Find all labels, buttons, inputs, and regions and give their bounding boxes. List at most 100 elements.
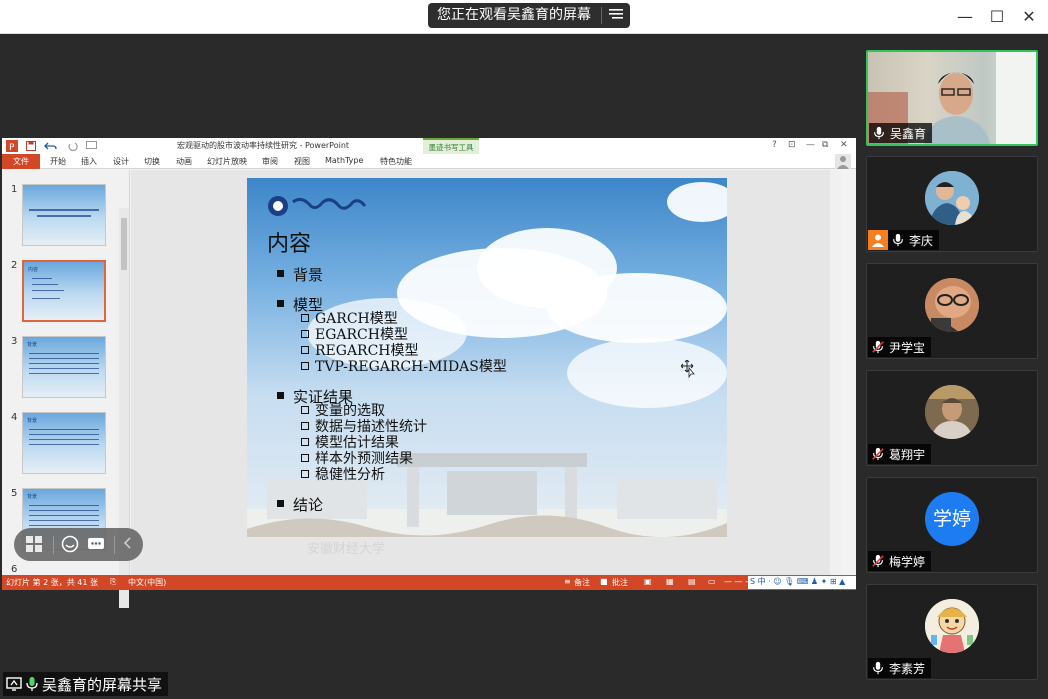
avatar	[925, 278, 979, 332]
hollow-bullet-icon	[301, 470, 309, 478]
avatar	[925, 171, 979, 225]
tab-transitions[interactable]: 切换	[144, 156, 160, 167]
sub-bullet: 变量的选取	[301, 403, 385, 419]
participant-tile[interactable]: 李庆	[866, 156, 1038, 252]
spellcheck-icon[interactable]: ⎘	[110, 577, 116, 587]
hollow-bullet-icon	[301, 438, 309, 446]
tab-view[interactable]: 视图	[294, 156, 310, 167]
menu-lines-icon[interactable]	[602, 8, 630, 24]
comments-button[interactable]: 批注	[612, 577, 628, 588]
university-logo-icon	[268, 196, 367, 216]
mic-on-icon	[874, 126, 884, 140]
divider	[53, 536, 54, 554]
hollow-bullet-icon	[301, 422, 309, 430]
notes-icon[interactable]: ≡	[564, 577, 571, 586]
ppt-close-button[interactable]: ✕	[840, 140, 848, 150]
mic-on-icon	[26, 677, 38, 691]
tab-review[interactable]: 审阅	[262, 156, 278, 167]
tab-mathtype[interactable]: MathType	[325, 156, 363, 165]
tab-special[interactable]: 特色功能	[380, 156, 412, 167]
square-bullet-icon	[277, 392, 284, 399]
thumb-title: 背景	[27, 494, 38, 500]
share-notice-text: 您正在观看吴鑫育的屏幕	[437, 7, 591, 23]
help-button[interactable]: ?	[772, 140, 777, 150]
user-account-icon[interactable]	[835, 154, 851, 169]
letter-avatar: 学婷	[925, 492, 979, 546]
ink-tools-context-header: 墨迹书写工具	[423, 138, 479, 154]
ppt-right-strip	[841, 170, 856, 575]
slide-sorter-icon[interactable]: ▦	[666, 577, 674, 586]
participant-tile[interactable]: 葛翔宇	[866, 370, 1038, 466]
tab-file[interactable]: 文件	[2, 154, 40, 169]
thumb-number: 1	[11, 184, 18, 195]
thumb-title: 背景	[27, 418, 38, 424]
ppt-ribbon-tabs: 文件 开始 插入 设计 切换 动画 幻灯片放映 审阅 视图 MathType 特…	[2, 154, 856, 185]
host-badge-icon	[868, 230, 888, 250]
close-button[interactable]: ✕	[1018, 6, 1040, 28]
slide-thumbnail-2[interactable]: 内容	[22, 260, 106, 322]
slideshow-view-icon[interactable]: ▭	[708, 577, 716, 586]
hollow-bullet-icon	[301, 314, 309, 322]
screen-share-caption-text: 吴鑫育的屏幕共享	[42, 675, 163, 694]
participant-name: 吴鑫育	[890, 126, 927, 141]
participant-name-bar: 尹学宝	[868, 337, 932, 357]
chat-icon[interactable]	[86, 535, 106, 555]
ime-toolbar[interactable]: S 中 · ☺ 🎙 ⌨ ♟ ✦ ⊞ ▲	[748, 576, 856, 589]
sub-bullet: 模型估计结果	[301, 435, 399, 451]
emoji-icon[interactable]	[60, 535, 80, 555]
apps-grid-icon[interactable]	[24, 535, 44, 555]
avatar	[925, 599, 979, 653]
slideshow-from-start-icon[interactable]	[86, 141, 98, 151]
slide-count: 幻灯片 第 2 张，共 41 张	[6, 578, 98, 587]
thumb-number: 4	[11, 412, 18, 423]
slide-thumbnail-3[interactable]: 背景	[22, 336, 106, 398]
tab-insert[interactable]: 插入	[81, 156, 97, 167]
maximize-button[interactable]: ☐	[986, 6, 1008, 28]
hollow-bullet-icon	[301, 330, 309, 338]
participant-tile[interactable]: 李素芳	[866, 584, 1038, 680]
screen-share-caption: 吴鑫育的屏幕共享	[3, 672, 169, 696]
participant-name-bar: 梅学婷	[868, 551, 932, 571]
share-notice-pill: 您正在观看吴鑫育的屏幕	[428, 3, 630, 28]
minimize-button[interactable]: —	[954, 6, 976, 28]
participant-name: 葛翔宇	[889, 447, 926, 462]
ribbon-display-button[interactable]: ⊡	[788, 140, 796, 150]
participant-tile[interactable]: 吴鑫育	[866, 50, 1038, 146]
notes-button[interactable]: 备注	[574, 577, 590, 588]
ppt-minimize-button[interactable]: —	[806, 140, 815, 150]
comments-icon[interactable]: ■	[600, 577, 608, 586]
participant-name: 梅学婷	[889, 554, 926, 569]
square-bullet-icon	[277, 300, 284, 307]
collapse-chevron-icon[interactable]	[118, 535, 138, 555]
bullet-conclusion: 结论	[277, 494, 323, 515]
slide-thumbnail-1[interactable]	[22, 184, 106, 246]
language-indicator[interactable]: 中文(中国)	[128, 577, 166, 588]
powerpoint-logo-icon: P	[6, 140, 18, 152]
save-icon[interactable]	[26, 141, 36, 151]
sub-bullet: 数据与描述性统计	[301, 419, 427, 435]
current-slide[interactable]: 内容 背景 模型 GARCH模型 EGARCH模型 REGARCH模型 TVP-…	[247, 178, 727, 537]
slide-scrollbar[interactable]	[830, 170, 841, 575]
sub-bullet: EGARCH模型	[301, 327, 408, 343]
ppt-restore-button[interactable]: ⧉	[822, 140, 828, 150]
tab-home[interactable]: 开始	[50, 156, 66, 167]
slide-thumbnail-4[interactable]: 背景	[22, 412, 106, 474]
redo-icon[interactable]	[68, 141, 78, 151]
tab-animations[interactable]: 动画	[176, 156, 192, 167]
normal-view-icon[interactable]: ▣	[644, 577, 652, 586]
undo-icon[interactable]	[44, 141, 58, 151]
avatar	[925, 385, 979, 439]
thumb-number: 5	[11, 488, 18, 499]
sub-bullet: REGARCH模型	[301, 343, 419, 359]
participant-tile[interactable]: 尹学宝	[866, 263, 1038, 359]
participant-name-bar: 李素芳	[868, 658, 932, 678]
ppt-window-title: 宏观驱动的股市波动率持续性研究 - PowerPoint	[177, 141, 350, 150]
tab-slideshow[interactable]: 幻灯片放映	[207, 156, 247, 167]
participant-tile[interactable]: 学婷 梅学婷	[866, 477, 1038, 573]
svg-text:P: P	[9, 143, 15, 152]
ppt-status-bar: 幻灯片 第 2 张，共 41 张 ⎘ 中文(中国) ≡ 备注 ■ 批注 ▣ ▦ …	[2, 575, 856, 590]
tab-design[interactable]: 设计	[113, 156, 129, 167]
reading-view-icon[interactable]: ▤	[688, 577, 696, 586]
thumb-number: 2	[11, 260, 18, 271]
floating-control-bar	[14, 528, 143, 561]
